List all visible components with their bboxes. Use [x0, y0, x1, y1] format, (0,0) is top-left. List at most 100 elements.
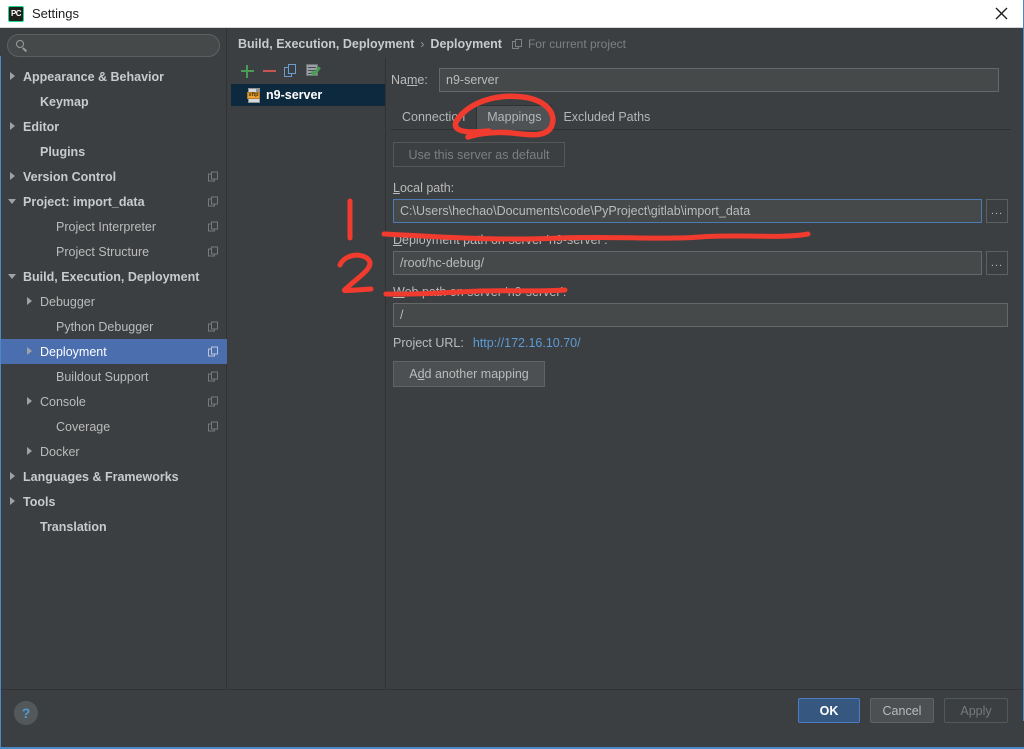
- sidebar-item-project-interpreter[interactable]: Project Interpreter: [0, 214, 227, 239]
- project-scope-icon: [208, 196, 219, 207]
- search-icon: [15, 39, 28, 52]
- chevron-right-icon[interactable]: [8, 496, 19, 507]
- sidebar-item-debugger[interactable]: Debugger: [0, 289, 227, 314]
- server-name-input[interactable]: [439, 68, 999, 92]
- apply-button[interactable]: Apply: [944, 698, 1008, 723]
- project-scope-icon: [208, 396, 219, 407]
- sidebar-item-label: Build, Execution, Deployment: [23, 269, 200, 284]
- sidebar-item-buildout-support[interactable]: Buildout Support: [0, 364, 227, 389]
- deployment-path-input[interactable]: [393, 251, 982, 275]
- local-path-browse-button[interactable]: ...: [986, 199, 1008, 223]
- remove-server-button[interactable]: [258, 60, 280, 82]
- help-button[interactable]: ?: [14, 701, 38, 725]
- plus-icon: [240, 64, 254, 78]
- dialog-body: Appearance & Behavior Keymap Editor Plugins…: [0, 28, 1024, 749]
- window-title: Settings: [32, 6, 79, 21]
- sidebar-item-label: Debugger: [40, 294, 95, 309]
- add-server-button[interactable]: [236, 60, 258, 82]
- sidebar-item-deployment[interactable]: Deployment: [0, 339, 227, 364]
- sidebar-item-editor[interactable]: Editor: [0, 114, 227, 139]
- chevron-right-icon[interactable]: [25, 396, 36, 407]
- sidebar-item-version-control[interactable]: Version Control: [0, 164, 227, 189]
- project-url-link[interactable]: http://172.16.10.70/: [473, 336, 581, 350]
- chevron-right-icon[interactable]: [8, 121, 19, 132]
- sidebar-item-languages-frameworks[interactable]: Languages & Frameworks: [0, 464, 227, 489]
- sidebar-item-label: Project: import_data: [23, 194, 145, 209]
- sidebar-item-label: Project Structure: [56, 244, 150, 259]
- add-another-mapping-button[interactable]: Add another mapping: [393, 361, 545, 387]
- sidebar-item-build-execution-deployment[interactable]: Build, Execution, Deployment: [0, 264, 227, 289]
- local-path-input[interactable]: [393, 199, 982, 223]
- local-path-label: Local path:: [393, 181, 455, 195]
- sidebar-item-label: Buildout Support: [56, 369, 149, 384]
- tab-connection[interactable]: Connection: [391, 105, 476, 130]
- deployment-path-label: Deployment path on server 'n9-server':: [393, 233, 608, 247]
- chevron-right-icon[interactable]: [25, 446, 36, 457]
- chevron-down-icon[interactable]: [8, 271, 19, 282]
- sidebar-item-label: Project Interpreter: [56, 219, 157, 234]
- local-path-row: ...: [393, 199, 1024, 223]
- tab-excluded-paths[interactable]: Excluded Paths: [552, 105, 661, 130]
- detail-tabs: Connection Mappings Excluded Paths: [391, 105, 1011, 130]
- chevron-right-icon[interactable]: [25, 346, 36, 357]
- sftp-icon-label: sftp: [248, 91, 259, 98]
- project-scope-icon: [511, 38, 523, 50]
- project-url-label: Project URL:: [393, 336, 464, 350]
- server-check-icon: [305, 64, 321, 78]
- cancel-button[interactable]: Cancel: [870, 698, 934, 723]
- use-server-as-default-button[interactable]: Use this server as default: [393, 142, 565, 167]
- project-scope-icon: [208, 421, 219, 432]
- sidebar-search[interactable]: [7, 34, 220, 57]
- window-titlebar: Settings: [0, 0, 1024, 28]
- server-toolbar: [231, 58, 385, 84]
- sidebar-item-python-debugger[interactable]: Python Debugger: [0, 314, 227, 339]
- tab-mappings[interactable]: Mappings: [476, 105, 553, 130]
- project-url-row: Project URL: http://172.16.10.70/: [393, 336, 1024, 350]
- breadcrumb-sub: Deployment: [430, 37, 502, 51]
- search-input[interactable]: [32, 37, 212, 54]
- chevron-right-icon[interactable]: [8, 471, 19, 482]
- chevron-right-icon[interactable]: [8, 71, 19, 82]
- breadcrumb-scope: For current project: [527, 37, 627, 51]
- dialog-left-edge: [0, 56, 1, 749]
- name-label: Name:: [391, 73, 428, 87]
- breadcrumb-separator: ›: [420, 37, 425, 51]
- sftp-server-icon: sftp: [247, 87, 261, 103]
- project-scope-icon: [208, 346, 219, 357]
- sidebar-item-label: Translation: [40, 519, 107, 534]
- sidebar-item-appearance-behavior[interactable]: Appearance & Behavior: [0, 64, 227, 89]
- chevron-right-icon[interactable]: [25, 296, 36, 307]
- sidebar-item-label: Keymap: [40, 94, 89, 109]
- server-detail-pane: Name: ConnectionMappingsExcluded Paths U…: [387, 58, 1024, 689]
- chevron-down-icon[interactable]: [8, 196, 19, 207]
- sidebar-item-tools[interactable]: Tools: [0, 489, 227, 514]
- sidebar-item-plugins[interactable]: Plugins: [0, 139, 227, 164]
- close-icon[interactable]: [978, 0, 1024, 27]
- project-scope-icon: [208, 246, 219, 257]
- set-default-server-button[interactable]: [302, 60, 324, 82]
- sidebar-item-coverage[interactable]: Coverage: [0, 414, 227, 439]
- chevron-right-icon[interactable]: [8, 171, 19, 182]
- deployment-path-browse-button[interactable]: ...: [986, 251, 1008, 275]
- server-list-item[interactable]: sftp n9-server: [231, 84, 385, 106]
- sidebar-item-project-structure[interactable]: Project Structure: [0, 239, 227, 264]
- sidebar-item-keymap[interactable]: Keymap: [0, 89, 227, 114]
- sidebar-item-label: Tools: [23, 494, 56, 509]
- web-path-input[interactable]: [393, 303, 1008, 327]
- deployment-path-row: ...: [393, 251, 1024, 275]
- sidebar-item-docker[interactable]: Docker: [0, 439, 227, 464]
- copy-server-button[interactable]: [280, 60, 302, 82]
- sidebar-item-console[interactable]: Console: [0, 389, 227, 414]
- ok-button[interactable]: OK: [798, 698, 860, 723]
- copy-icon: [284, 64, 298, 78]
- sidebar-item-label: Console: [40, 394, 86, 409]
- sidebar-item-label: Docker: [40, 444, 80, 459]
- sidebar-item-project-import-data[interactable]: Project: import_data: [0, 189, 227, 214]
- sidebar-item-translation[interactable]: Translation: [0, 514, 227, 539]
- project-scope-icon: [208, 321, 219, 332]
- sidebar-item-label: Version Control: [23, 169, 117, 184]
